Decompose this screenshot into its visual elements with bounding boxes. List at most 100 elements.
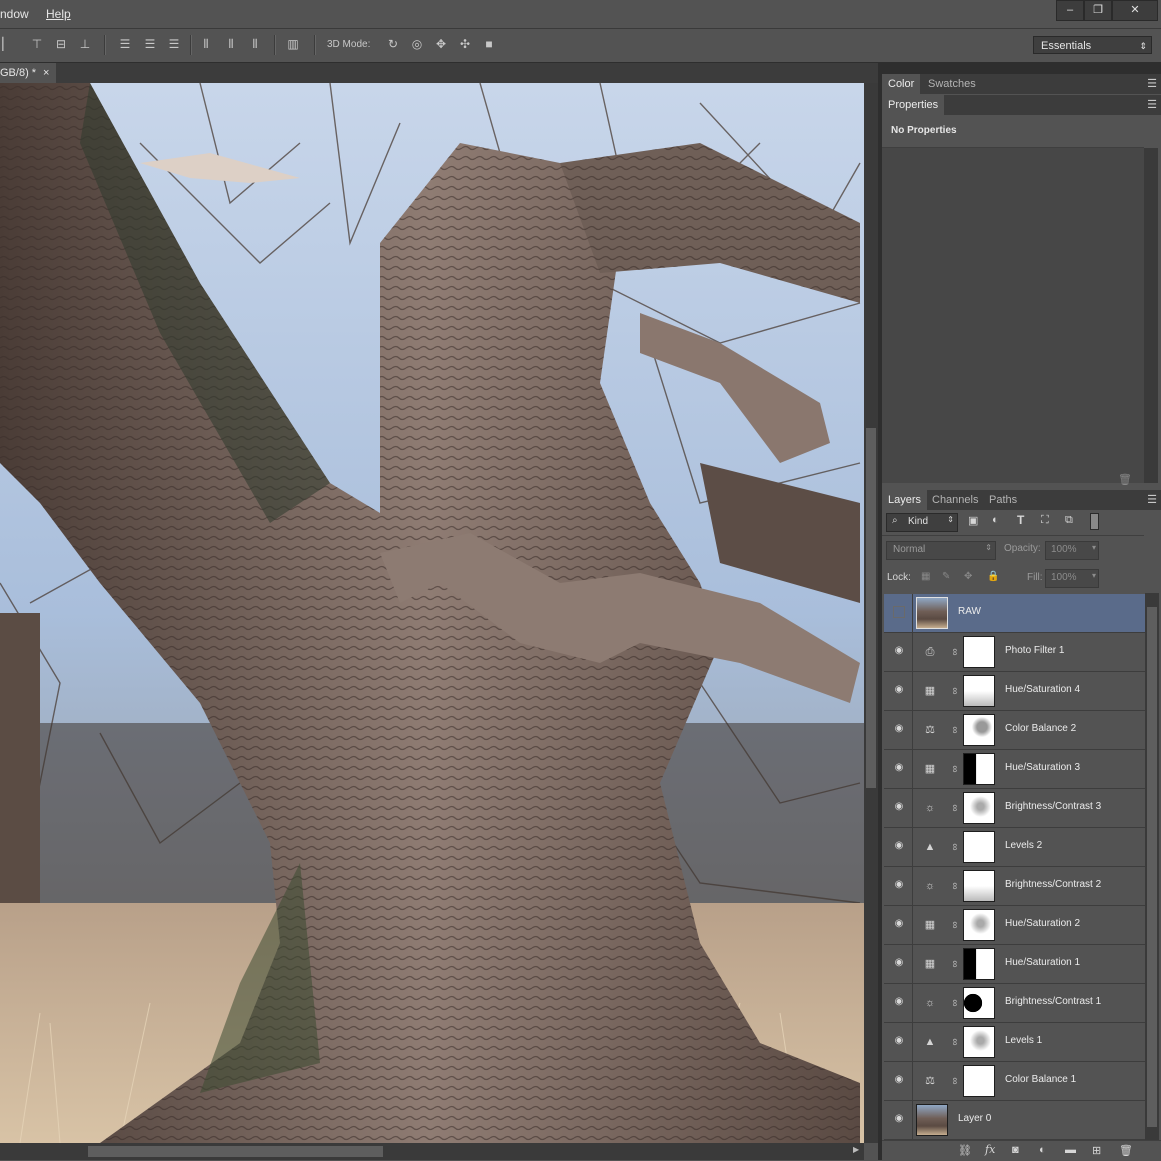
filter-pixel-icon[interactable]: ▣: [968, 514, 978, 527]
layer-row[interactable]: ◉ ⎙ ∞ Photo Filter 1: [884, 633, 1145, 672]
close-tab-icon[interactable]: ×: [43, 63, 49, 83]
layer-row[interactable]: ◉ ▦ ∞ Hue/Saturation 1: [884, 945, 1145, 984]
layer-row[interactable]: ◉ Layer 0: [884, 1101, 1145, 1140]
mask-link-icon[interactable]: ∞: [946, 921, 962, 929]
mask-link-icon[interactable]: ∞: [946, 726, 962, 734]
auto-align-icon[interactable]: ▥: [286, 37, 300, 51]
panel-menu-icon[interactable]: ☰: [1147, 493, 1157, 506]
align-left-edges-icon[interactable]: ▏: [0, 37, 14, 51]
scroll-right-arrow-icon[interactable]: ▶: [853, 1145, 859, 1154]
new-group-icon[interactable]: ▬: [1065, 1144, 1076, 1156]
align-vertical-centers-icon[interactable]: ⊟: [54, 37, 68, 51]
eye-icon[interactable]: ◉: [893, 645, 905, 657]
layer-mask-thumbnail[interactable]: [963, 1026, 995, 1058]
vertical-scroll-thumb[interactable]: [866, 428, 876, 788]
layer-row[interactable]: ◉ ☼ ∞ Brightness/Contrast 2: [884, 867, 1145, 906]
tab-color[interactable]: Color: [882, 74, 921, 94]
layer-row[interactable]: ◉ ▦ ∞ Hue/Saturation 4: [884, 672, 1145, 711]
lock-image-icon[interactable]: ✎: [942, 571, 950, 582]
eye-icon[interactable]: ◉: [893, 918, 905, 930]
eye-icon[interactable]: ◉: [893, 723, 905, 735]
chevron-down-icon[interactable]: ▾: [1092, 543, 1096, 552]
layer-mask-thumbnail[interactable]: [963, 870, 995, 902]
minimize-button[interactable]: –: [1056, 0, 1084, 21]
new-layer-icon[interactable]: ⊞: [1092, 1144, 1101, 1157]
document-canvas[interactable]: [0, 83, 864, 1143]
horizontal-scrollbar[interactable]: ▶: [0, 1143, 864, 1160]
horizontal-scroll-thumb[interactable]: [88, 1146, 383, 1157]
panel-menu-icon[interactable]: ☰: [1147, 98, 1157, 111]
mask-link-icon[interactable]: ∞: [946, 882, 962, 890]
mask-link-icon[interactable]: ∞: [946, 648, 962, 656]
layer-row[interactable]: ◉ ⚖ ∞ Color Balance 1: [884, 1062, 1145, 1101]
layer-mask-thumbnail[interactable]: [963, 1065, 995, 1097]
eye-icon[interactable]: ◉: [893, 879, 905, 891]
distribute-right-icon[interactable]: ⫴: [248, 37, 262, 51]
opacity-field[interactable]: 100% ▾: [1045, 541, 1099, 560]
layer-row[interactable]: ◉ ▲ ∞ Levels 1: [884, 1023, 1145, 1062]
eye-icon[interactable]: ◉: [893, 840, 905, 852]
link-icon[interactable]: ⛓: [958, 1144, 972, 1157]
restore-button[interactable]: ❐: [1084, 0, 1112, 21]
align-top-edges-icon[interactable]: ⊤: [30, 37, 44, 51]
lock-all-icon[interactable]: 🔒: [987, 571, 999, 582]
mask-link-icon[interactable]: ∞: [946, 843, 962, 851]
mask-link-icon[interactable]: ∞: [946, 999, 962, 1007]
tab-properties[interactable]: Properties: [882, 95, 945, 115]
delete-icon[interactable]: 🗑: [1119, 1144, 1133, 1157]
3d-rotate-icon[interactable]: ↻: [386, 37, 400, 51]
distribute-horizontal-icon[interactable]: ⫴: [224, 37, 238, 51]
eye-icon[interactable]: ◉: [893, 957, 905, 969]
eye-icon[interactable]: ◉: [893, 996, 905, 1008]
3d-slide-icon[interactable]: ✣: [458, 37, 472, 51]
layer-mask-thumbnail[interactable]: [963, 948, 995, 980]
visibility-off-icon[interactable]: [893, 606, 905, 618]
close-window-button[interactable]: ✕: [1112, 0, 1158, 21]
layer-mask-thumbnail[interactable]: [963, 636, 995, 668]
add-mask-icon[interactable]: ◙: [1012, 1144, 1019, 1156]
filter-type-icon[interactable]: T: [1017, 513, 1024, 527]
mask-link-icon[interactable]: ∞: [946, 765, 962, 773]
mask-link-icon[interactable]: ∞: [946, 960, 962, 968]
mask-link-icon[interactable]: ∞: [946, 1038, 962, 1046]
chevron-down-icon[interactable]: ▾: [1092, 571, 1096, 580]
layers-scrollbar[interactable]: [1145, 593, 1159, 1143]
mask-link-icon[interactable]: ∞: [946, 804, 962, 812]
layer-row[interactable]: ◉ ▦ ∞ Hue/Saturation 2: [884, 906, 1145, 945]
distribute-top-icon[interactable]: ☰: [118, 37, 132, 51]
eye-icon[interactable]: ◉: [893, 1113, 905, 1125]
3d-scale-icon[interactable]: ■: [482, 37, 496, 51]
eye-icon[interactable]: ◉: [893, 801, 905, 813]
filter-shape-icon[interactable]: ⛶: [1041, 514, 1049, 527]
filter-smart-object-icon[interactable]: ⧉: [1065, 514, 1073, 527]
eye-icon[interactable]: ◉: [893, 1074, 905, 1086]
layer-row[interactable]: ◉ ▲ ∞ Levels 2: [884, 828, 1145, 867]
eye-icon[interactable]: ◉: [893, 762, 905, 774]
filter-toggle[interactable]: [1090, 513, 1099, 530]
document-tab[interactable]: GB/8) * ×: [0, 63, 56, 83]
mask-link-icon[interactable]: ∞: [946, 1077, 962, 1085]
layer-mask-thumbnail[interactable]: [963, 675, 995, 707]
filter-kind-select[interactable]: ⌕ Kind ⇕: [886, 513, 958, 532]
vertical-scrollbar[interactable]: [864, 83, 878, 1143]
layer-mask-thumbnail[interactable]: [963, 987, 995, 1019]
lock-transparent-icon[interactable]: ▦: [921, 571, 930, 582]
layer-mask-thumbnail[interactable]: [963, 753, 995, 785]
tab-layers[interactable]: Layers: [882, 490, 928, 510]
layer-mask-thumbnail[interactable]: [963, 831, 995, 863]
lock-position-icon[interactable]: ✥: [964, 571, 972, 582]
layer-row[interactable]: RAW: [884, 594, 1145, 633]
layers-scroll-thumb[interactable]: [1147, 607, 1157, 1127]
layer-row[interactable]: ◉ ☼ ∞ Brightness/Contrast 3: [884, 789, 1145, 828]
panel-menu-icon[interactable]: ☰: [1147, 77, 1157, 90]
tab-channels[interactable]: Channels: [926, 490, 984, 510]
tab-swatches[interactable]: Swatches: [922, 74, 982, 94]
layer-mask-thumbnail[interactable]: [963, 792, 995, 824]
mask-link-icon[interactable]: ∞: [946, 687, 962, 695]
layer-row[interactable]: ◉ ☼ ∞ Brightness/Contrast 1: [884, 984, 1145, 1023]
properties-scrollbar[interactable]: [1144, 148, 1158, 483]
eye-icon[interactable]: ◉: [893, 684, 905, 696]
layer-row[interactable]: ◉ ▦ ∞ Hue/Saturation 3: [884, 750, 1145, 789]
distribute-bottom-icon[interactable]: ☰: [167, 37, 181, 51]
blend-mode-select[interactable]: Normal ⇕: [886, 541, 996, 560]
